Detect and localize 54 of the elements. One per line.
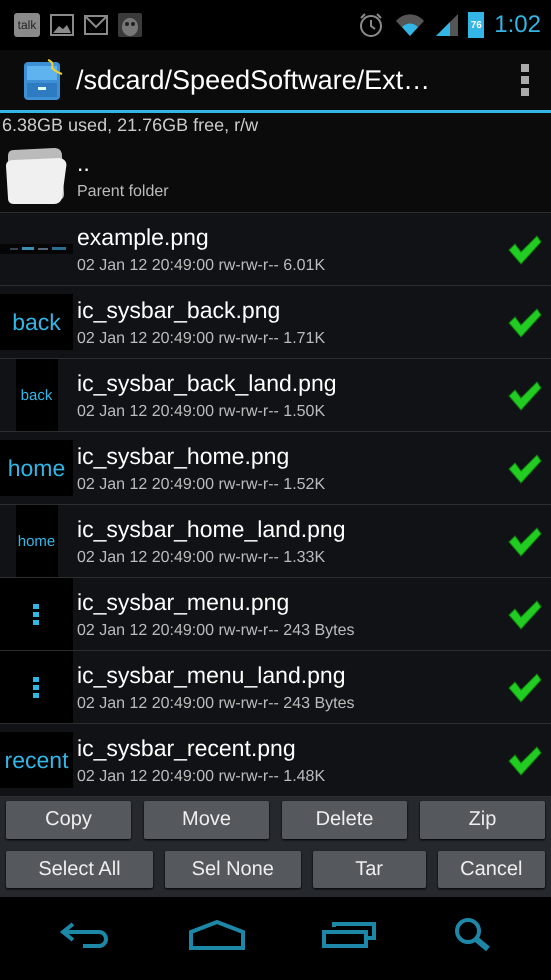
action-button[interactable]: Delete	[282, 801, 407, 838]
file-meta: 02 Jan 12 20:49:00 rw-rw-r-- 243 Bytes	[77, 622, 356, 640]
file-name: ic_sysbar_back.png	[77, 296, 282, 324]
action-button[interactable]: Copy	[6, 801, 131, 838]
thumbnail-image: recent	[0, 732, 73, 788]
file-meta: 02 Jan 12 20:49:00 rw-rw-r-- 1.50K	[77, 402, 326, 420]
file-meta: 02 Jan 12 20:49:00 rw-rw-r-- 6.01K	[77, 256, 326, 274]
thumbnail-image: home	[0, 440, 73, 496]
file-name: ic_sysbar_back_land.png	[77, 370, 338, 396]
file-cabinet-icon	[22, 58, 64, 102]
owl-icon	[118, 13, 142, 37]
picture-icon	[50, 14, 74, 36]
thumbnail-image: back	[0, 294, 73, 350]
path-title: /sdcard/SpeedSoftware/Ext…	[76, 64, 432, 96]
overflow-menu-icon[interactable]	[519, 64, 531, 96]
menu-thumbnail-icon	[0, 578, 73, 650]
action-button[interactable]: Cancel	[438, 850, 545, 888]
file-name: ic_sysbar_menu.png	[77, 588, 290, 616]
mail-icon	[84, 14, 108, 36]
back-icon[interactable]	[58, 920, 111, 950]
file-row[interactable]: back ic_sysbar_back_land.png 02 Jan 12 20:49:00 rw-rw-r-- 1.50K	[0, 359, 551, 432]
file-detail: Parent folder	[77, 182, 170, 200]
wifi-icon	[394, 12, 426, 38]
alarm-icon	[358, 12, 384, 38]
file-meta: 02 Jan 12 20:49:00 rw-rw-r-- 1.48K	[77, 768, 326, 786]
clock-time: 1:02	[494, 11, 541, 39]
action-button[interactable]: Tar	[312, 850, 426, 888]
file-row[interactable]: ic_sysbar_menu.png 02 Jan 12 20:49:00 rw-rw-r-- 243 Bytes	[0, 578, 551, 651]
thumbnail-image: back	[16, 359, 58, 431]
battery-level: 76	[468, 12, 484, 38]
action-button[interactable]: Sel None	[164, 850, 301, 888]
search-icon[interactable]	[454, 916, 492, 952]
file-name: ..	[77, 150, 91, 176]
storage-info: 6.38GB used, 21.76GB free, r/w	[0, 113, 551, 138]
recent-apps-icon[interactable]	[322, 920, 376, 950]
signal-icon	[436, 12, 458, 38]
action-button[interactable]: Move	[144, 801, 269, 838]
file-name: ic_sysbar_menu_land.png	[77, 662, 347, 688]
talk-notification-icon: talk	[14, 13, 40, 37]
thumbnail-image: home	[16, 505, 58, 577]
file-meta: 02 Jan 12 20:49:00 rw-rw-r-- 1.33K	[77, 548, 326, 566]
file-row[interactable]: ic_sysbar_menu_land.png 02 Jan 12 20:49:00 rw-rw-r-- 243 Bytes	[0, 651, 551, 724]
file-name: example.png	[77, 224, 210, 250]
file-row[interactable]: home ic_sysbar_home_land.png 02 Jan 12 20:49:00 rw-rw-r-- 1.33K	[0, 505, 551, 578]
action-button[interactable]: Select All	[6, 850, 153, 888]
home-icon[interactable]	[188, 920, 245, 950]
file-name: ic_sysbar_home_land.png	[77, 516, 347, 542]
file-meta: 02 Jan 12 20:49:00 rw-rw-r-- 1.71K	[77, 330, 326, 348]
file-meta: 02 Jan 12 20:49:00 rw-rw-r-- 1.52K	[77, 476, 326, 494]
menu-thumbnail-icon	[0, 651, 73, 723]
action-button[interactable]: Zip	[420, 801, 545, 838]
file-name: ic_sysbar_home.png	[77, 442, 290, 470]
file-name: ic_sysbar_recent.png	[77, 734, 297, 762]
file-meta: 02 Jan 12 20:49:00 rw-rw-r-- 243 Bytes	[77, 694, 356, 712]
